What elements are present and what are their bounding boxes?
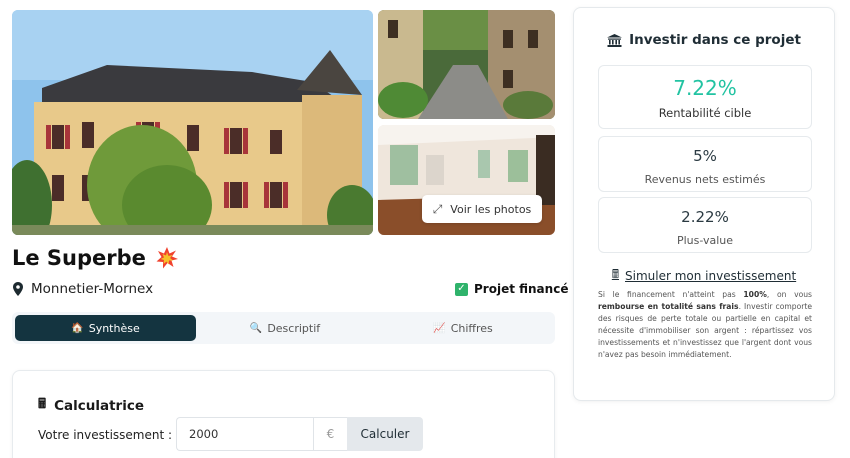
location-row: Monnetier-Mornex bbox=[13, 281, 153, 297]
expand-icon: ⤢ bbox=[432, 201, 443, 216]
capital-gain-stat: 2.22% Plus-value bbox=[598, 197, 812, 253]
disclaimer-bold: rembourse en totalité sans frais bbox=[598, 302, 739, 312]
location-text: Monnetier-Mornex bbox=[31, 281, 154, 297]
section-tabs: 🏠 Synthèse 🔍 Descriptif 📈 Chiffres bbox=[12, 312, 555, 344]
see-photos-label: Voir les photos bbox=[450, 202, 532, 216]
financed-badge: ✓ Projet financé bbox=[455, 282, 568, 296]
calculator-card: 🖩 Calculatrice Votre investissement : € … bbox=[12, 370, 555, 458]
calculator-icon: 🖩 bbox=[611, 267, 620, 281]
net-income-stat: 5% Revenus nets estimés bbox=[598, 136, 812, 192]
magnifier-icon: 🔍 bbox=[249, 322, 263, 334]
invest-card: Investir dans ce projet 7.22% Rentabilit… bbox=[573, 7, 835, 401]
stat-value: 5% bbox=[693, 147, 717, 165]
street-photo[interactable] bbox=[378, 10, 555, 119]
calculator-title: Calculatrice bbox=[54, 397, 145, 414]
chart-icon: 📈 bbox=[433, 322, 446, 334]
calculator-heading: 🖩 Calculatrice bbox=[38, 394, 144, 417]
investment-label: Votre investissement : bbox=[38, 428, 173, 442]
disclaimer-text: , on vous bbox=[766, 290, 812, 299]
house-icon: 🏠 bbox=[71, 322, 84, 334]
project-title: Le Superbe bbox=[12, 246, 146, 270]
tab-label: Descriptif bbox=[267, 321, 321, 335]
risk-disclaimer: Si le financement n'atteint pas 100%, on… bbox=[598, 289, 812, 362]
stat-value: 2.22% bbox=[681, 208, 729, 226]
main-building-photo[interactable] bbox=[12, 10, 373, 235]
stat-label: Plus-value bbox=[676, 234, 734, 247]
tab-synthese[interactable]: 🏠 Synthèse bbox=[15, 315, 196, 341]
financed-label: Projet financé bbox=[474, 282, 569, 296]
disclaimer-bold: 100% bbox=[743, 290, 767, 299]
bank-icon bbox=[607, 33, 623, 47]
investment-amount-input[interactable] bbox=[176, 417, 313, 451]
calculate-button[interactable]: Calculer bbox=[347, 417, 423, 451]
calculator-icon: 🖩 bbox=[38, 396, 47, 412]
see-photos-button[interactable]: ⤢ Voir les photos bbox=[422, 195, 542, 223]
invest-title: Investir dans ce projet bbox=[629, 32, 801, 48]
tab-label: Synthèse bbox=[88, 321, 140, 335]
simulate-investment-link[interactable]: 🖩 Simuler mon investissement bbox=[574, 265, 834, 286]
simulate-label: Simuler mon investissement bbox=[625, 268, 797, 283]
project-title-row: Le Superbe bbox=[12, 246, 178, 270]
checkbox-icon: ✓ bbox=[455, 282, 468, 296]
tab-descriptif[interactable]: 🔍 Descriptif bbox=[196, 315, 374, 341]
target-return-stat: 7.22% Rentabilité cible bbox=[598, 65, 812, 129]
map-pin-icon bbox=[13, 282, 23, 296]
disclaimer-text: Si le financement n'atteint pas bbox=[598, 290, 736, 299]
stat-label: Rentabilité cible bbox=[658, 106, 752, 120]
burst-icon bbox=[156, 247, 178, 269]
stat-value: 7.22% bbox=[673, 76, 737, 100]
invest-heading: Investir dans ce projet bbox=[574, 32, 834, 48]
tab-label: Chiffres bbox=[450, 321, 493, 335]
currency-unit: € bbox=[313, 417, 348, 451]
tab-chiffres[interactable]: 📈 Chiffres bbox=[374, 315, 552, 341]
stat-label: Revenus nets estimés bbox=[644, 173, 766, 186]
